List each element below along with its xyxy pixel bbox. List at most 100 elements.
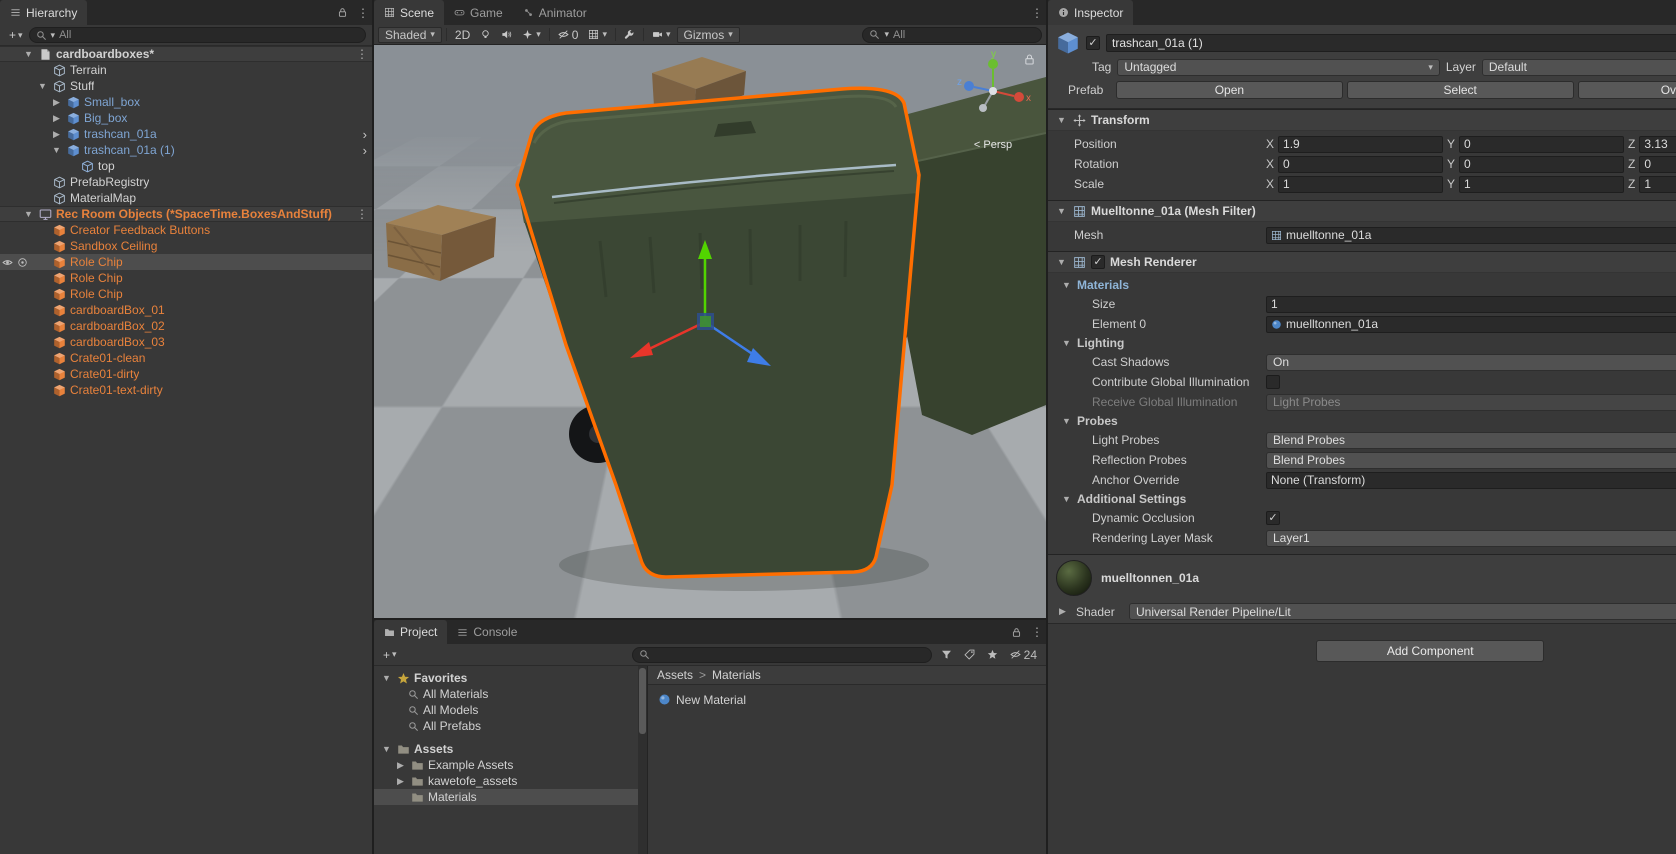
project-search[interactable]: [632, 647, 932, 663]
hierarchy-item-trashcan-01a[interactable]: ▶ trashcan_01a ›: [0, 126, 372, 142]
foldout-open-icon[interactable]: ▼: [380, 744, 393, 754]
contribute-gi-checkbox[interactable]: [1266, 375, 1280, 389]
search-by-label-button[interactable]: [961, 649, 978, 660]
gameobject-name-field[interactable]: [1106, 34, 1676, 52]
grid-settings-dropdown[interactable]: ▾: [584, 27, 611, 43]
hierarchy-item-crate01-clean[interactable]: Crate01-clean: [0, 350, 372, 366]
materials-size-input[interactable]: [1266, 296, 1676, 313]
scale-y-input[interactable]: [1459, 176, 1624, 193]
scale-z-input[interactable]: [1639, 176, 1676, 193]
mesh-object-field[interactable]: muelltonne_01a: [1266, 227, 1676, 244]
additional-settings-foldout[interactable]: ▼ Additional Settings: [1052, 490, 1676, 508]
position-x-input[interactable]: [1278, 136, 1443, 153]
foldout-open-icon[interactable]: ▼: [1060, 338, 1073, 348]
project-tree-scrollbar[interactable]: [638, 666, 647, 854]
material-header[interactable]: muelltonnen_01a ⋮: [1048, 554, 1676, 600]
hierarchy-item-big-box[interactable]: ▶ Big_box: [0, 110, 372, 126]
breadcrumb-root[interactable]: Assets: [657, 668, 693, 682]
project-search-input[interactable]: [654, 649, 925, 661]
favorite-all-models[interactable]: All Models: [374, 702, 647, 718]
foldout-open-icon[interactable]: ▼: [1055, 257, 1068, 267]
rendering-layer-mask-dropdown[interactable]: Layer1 ▾: [1266, 530, 1676, 547]
hierarchy-item-cardboardbox-01[interactable]: cardboardBox_01: [0, 302, 372, 318]
hierarchy-item-creator-feedback[interactable]: Creator Feedback Buttons: [0, 222, 372, 238]
tab-hierarchy[interactable]: Hierarchy: [0, 0, 87, 25]
favorite-all-prefabs[interactable]: All Prefabs: [374, 718, 647, 734]
foldout-closed-icon[interactable]: ▶: [50, 97, 63, 108]
cast-shadows-dropdown[interactable]: On ▾: [1266, 354, 1676, 371]
folder-kawetofe-assets[interactable]: ▶ kawetofe_assets: [374, 773, 647, 789]
lock-icon[interactable]: [337, 7, 348, 18]
anchor-override-field[interactable]: None (Transform): [1266, 472, 1676, 489]
hierarchy-item-role-chip-3[interactable]: Role Chip: [0, 286, 372, 302]
hierarchy-item-small-box[interactable]: ▶ Small_box: [0, 94, 372, 110]
foldout-open-icon[interactable]: ▼: [50, 145, 63, 155]
hierarchy-search-input[interactable]: [59, 29, 359, 41]
scene-effects-dropdown[interactable]: ▾: [518, 27, 545, 43]
scrollbar-thumb[interactable]: [639, 668, 646, 734]
scene-panel-kebab[interactable]: ⋮: [1031, 6, 1041, 20]
lock-icon[interactable]: [1011, 627, 1022, 638]
tab-game[interactable]: Game: [444, 0, 513, 25]
axis-x-label[interactable]: x: [1026, 93, 1031, 104]
projection-label[interactable]: < Persp: [974, 139, 1012, 151]
foldout-open-icon[interactable]: ▼: [1060, 280, 1073, 290]
hierarchy-item-cardboardbox-03[interactable]: cardboardBox_03: [0, 334, 372, 350]
scene-picking-icon[interactable]: [17, 257, 28, 268]
wooden-crate[interactable]: [386, 205, 496, 281]
search-by-type-button[interactable]: [938, 649, 955, 660]
hierarchy-item-materialmap[interactable]: MaterialMap: [0, 190, 372, 206]
shading-mode-dropdown[interactable]: Shaded ▾: [378, 27, 442, 43]
lighting-foldout[interactable]: ▼ Lighting: [1052, 334, 1676, 352]
position-y-input[interactable]: [1459, 136, 1624, 153]
hierarchy-item-sandbox-ceiling[interactable]: Sandbox Ceiling: [0, 238, 372, 254]
favorites-header[interactable]: ▼ Favorites: [374, 670, 647, 686]
materials-foldout[interactable]: ▼ Materials: [1052, 276, 1676, 294]
hierarchy-item-prefabregistry[interactable]: PrefabRegistry: [0, 174, 372, 190]
viewport-lock-icon[interactable]: [1023, 53, 1036, 66]
foldout-open-icon[interactable]: ▼: [1060, 416, 1073, 426]
foldout-closed-icon[interactable]: ▶: [394, 776, 407, 787]
prefab-cube-icon[interactable]: [1056, 31, 1080, 55]
scene-search[interactable]: ▾: [862, 27, 1042, 43]
hierarchy-item-crate01-text-dirty[interactable]: Crate01-text-dirty: [0, 382, 372, 398]
mesh-renderer-header[interactable]: ▼ ✓ Mesh Renderer ⋮: [1048, 251, 1676, 273]
hierarchy-item-crate01-dirty[interactable]: Crate01-dirty: [0, 366, 372, 382]
tab-scene[interactable]: Scene: [374, 0, 444, 25]
mesh-filter-header[interactable]: ▼ Muelltonne_01a (Mesh Filter) ⋮: [1048, 200, 1676, 222]
hierarchy-item-role-chip-1[interactable]: Role Chip: [0, 254, 372, 270]
hierarchy-subscene-header[interactable]: ▼ Rec Room Objects (*SpaceTime.BoxesAndS…: [0, 206, 372, 222]
foldout-open-icon[interactable]: ▼: [380, 673, 393, 683]
foldout-closed-icon[interactable]: ▶: [394, 760, 407, 771]
tab-console[interactable]: Console: [447, 620, 527, 644]
hidden-objects-button[interactable]: 0: [554, 27, 583, 43]
transform-header[interactable]: ▼ Transform ⋮: [1048, 109, 1676, 131]
tab-project[interactable]: Project: [374, 620, 447, 644]
position-z-input[interactable]: [1639, 136, 1676, 153]
hierarchy-item-stuff[interactable]: ▼ Stuff: [0, 78, 372, 94]
layer-dropdown[interactable]: Default ▾: [1482, 59, 1676, 76]
foldout-closed-icon[interactable]: ▶: [1056, 606, 1069, 617]
axis-z-label[interactable]: z: [957, 77, 962, 88]
foldout-open-icon[interactable]: ▼: [1055, 115, 1068, 125]
favorite-all-materials[interactable]: All Materials: [374, 686, 647, 702]
reflection-probes-dropdown[interactable]: Blend Probes ▾: [1266, 452, 1676, 469]
rotation-z-input[interactable]: [1639, 156, 1676, 173]
active-checkbox[interactable]: ✓: [1086, 36, 1100, 50]
scene-camera-dropdown[interactable]: ▾: [648, 27, 675, 43]
create-asset-button[interactable]: + ▾: [380, 648, 400, 662]
gizmos-dropdown[interactable]: Gizmos ▾: [677, 27, 740, 43]
scene-search-input[interactable]: [893, 29, 1035, 41]
assets-root-folder[interactable]: ▼ Assets: [374, 741, 647, 757]
renderer-enabled-checkbox[interactable]: ✓: [1091, 255, 1105, 269]
prefab-overrides-button[interactable]: Overrides ▾: [1578, 81, 1676, 99]
probes-foldout[interactable]: ▼ Probes: [1052, 412, 1676, 430]
scale-x-input[interactable]: [1278, 176, 1443, 193]
subscene-options-kebab[interactable]: ⋮: [356, 207, 366, 221]
scene-viewport[interactable]: y x z < Persp: [374, 45, 1046, 618]
foldout-open-icon[interactable]: ▼: [36, 81, 49, 91]
create-menu-button[interactable]: + ▾: [6, 28, 26, 42]
panel-menu-kebab[interactable]: ⋮: [357, 6, 367, 20]
tab-animator[interactable]: Animator: [513, 0, 597, 25]
shader-dropdown[interactable]: Universal Render Pipeline/Lit ▾: [1129, 603, 1676, 620]
